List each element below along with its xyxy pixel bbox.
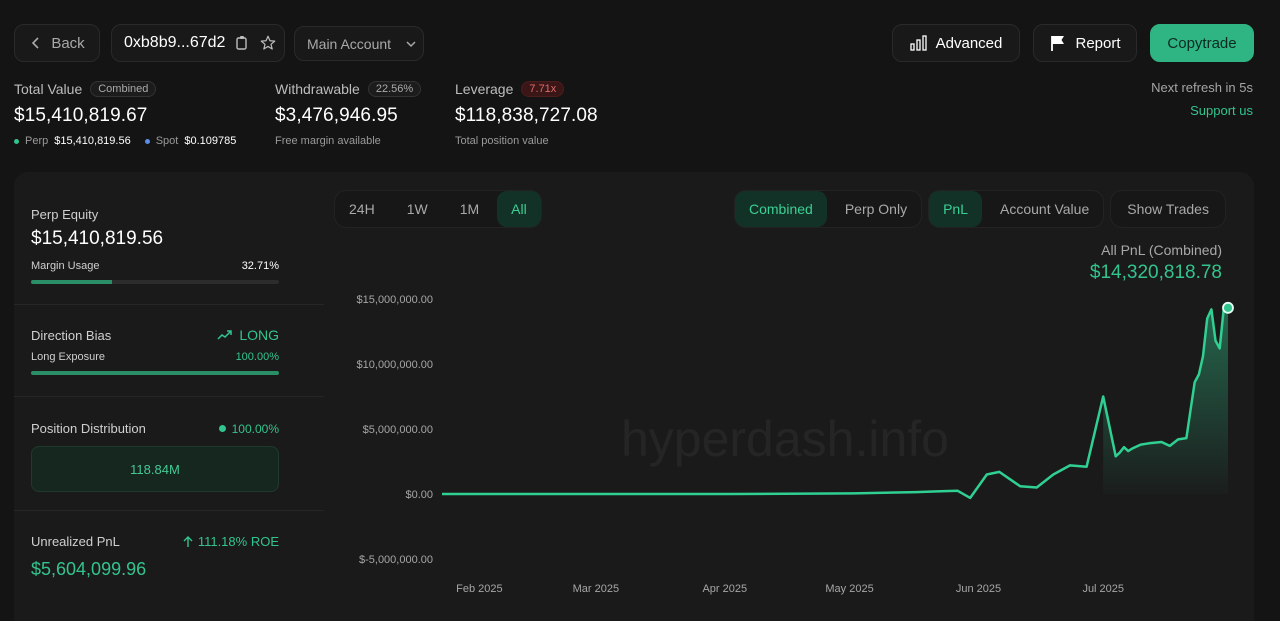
support-link[interactable]: Support us (1151, 103, 1253, 118)
metric-group: PnL Account Value (928, 190, 1105, 228)
distribution-dot (218, 425, 226, 432)
chevron-down-icon (406, 40, 416, 47)
perp-equity-section: Perp Equity $15,410,819.56 Margin Usage … (31, 207, 279, 284)
chart-value: $14,320,818.78 (1089, 262, 1222, 283)
spot-value: $0.109785 (184, 135, 237, 147)
distribution-section: Position Distribution 100.00% 118.84M (31, 421, 279, 492)
mode-group: Combined Perp Only (734, 190, 923, 228)
perp-equity-label: Perp Equity (31, 207, 99, 222)
perp-value: $15,410,819.56 (54, 135, 131, 147)
withdrawable-value: $3,476,946.95 (275, 105, 398, 126)
copytrade-button[interactable]: Copytrade (1150, 24, 1254, 62)
long-exposure-value: 100.00% (235, 351, 279, 363)
unrealized-value: $5,604,099.96 (31, 559, 147, 579)
total-value: $15,410,819.67 (14, 105, 148, 126)
tab-perp-only[interactable]: Perp Only (831, 191, 921, 227)
direction-bias: LONG (239, 327, 279, 343)
margin-usage-fill (31, 280, 113, 284)
back-button[interactable]: Back (14, 24, 100, 62)
arrow-up-icon (183, 535, 193, 547)
direction-label: Direction Bias (31, 327, 112, 343)
withdrawable-sub: Free margin available (275, 135, 381, 147)
show-trades-group: Show Trades (1110, 190, 1226, 228)
address-chip: 0xb8b9...67d2 (111, 24, 285, 62)
advanced-button[interactable]: Advanced (892, 24, 1020, 62)
tab-combined[interactable]: Combined (735, 191, 827, 227)
tab-all[interactable]: All (497, 191, 541, 227)
long-exposure-label: Long Exposure (31, 351, 105, 363)
total-value-stat: Total Value Combined $15,410,819.67 Perp … (14, 79, 236, 147)
margin-usage-value: 32.71% (241, 260, 279, 272)
divider (14, 396, 324, 397)
chart-title: All PnL (Combined) (1101, 242, 1222, 258)
wallet-address: 0xb8b9...67d2 (124, 34, 226, 51)
distribution-bar[interactable]: 118.84M (31, 446, 279, 492)
account-select-value: Main Account (307, 35, 392, 52)
long-exposure-fill (31, 371, 279, 375)
roe-value: 111.18% ROE (197, 534, 279, 549)
margin-usage-label: Margin Usage (31, 260, 100, 272)
report-button[interactable]: Report (1033, 24, 1137, 62)
distribution-box-value: 118.84M (130, 461, 180, 477)
withdrawable-badge: 22.56% (367, 81, 422, 97)
combined-badge: Combined (90, 81, 157, 97)
refresh-timer: Next refresh in 5s (1151, 80, 1253, 95)
chart-header: All PnL (Combined) $14,320,818.78 (1090, 242, 1222, 284)
tab-account-value[interactable]: Account Value (986, 191, 1103, 227)
copytrade-label: Copytrade (1167, 34, 1237, 52)
trending-up-icon (217, 330, 233, 340)
tab-24h[interactable]: 24H (335, 191, 389, 227)
unrealized-label: Unrealized PnL (31, 534, 120, 549)
perp-dot (14, 138, 19, 144)
divider (14, 510, 324, 511)
distribution-value: 100.00% (231, 421, 279, 436)
show-trades-button[interactable]: Show Trades (1111, 191, 1225, 227)
tab-1w[interactable]: 1W (393, 191, 442, 227)
unrealized-section: Unrealized PnL 111.18% ROE $5,604,099.96 (31, 534, 279, 580)
bar-chart-icon (909, 35, 927, 51)
range-tabs: 24H 1W 1M All (334, 190, 542, 228)
direction-section: Direction Bias LONG Long Exposure 100.00… (31, 327, 279, 375)
leverage-sub: Total position value (455, 135, 549, 147)
range-group: 24H 1W 1M All (334, 190, 542, 228)
margin-usage-bar (31, 280, 279, 284)
flag-icon (1051, 36, 1065, 51)
chevron-left-icon (32, 37, 39, 49)
long-exposure-bar (31, 371, 279, 375)
leverage-badge: 7.71x (521, 81, 565, 97)
tab-pnl[interactable]: PnL (929, 191, 982, 227)
withdrawable-stat: Withdrawable 22.56% $3,476,946.95 Free ma… (275, 79, 422, 147)
perp-equity-value: $15,410,819.56 (31, 228, 164, 249)
advanced-label: Advanced (935, 34, 1003, 52)
leverage-stat: Leverage 7.71x $118,838,727.08 Total posi… (455, 79, 598, 147)
spot-label: Spot (155, 135, 179, 147)
leverage-label: Leverage (455, 81, 514, 97)
divider (14, 304, 324, 305)
mode-tabs: Combined Perp Only PnL Account Value Show … (734, 190, 1226, 228)
total-value-label: Total Value (14, 81, 83, 97)
report-label: Report (1075, 34, 1121, 52)
star-icon[interactable] (259, 34, 277, 52)
withdrawable-label: Withdrawable (275, 81, 360, 97)
perp-label: Perp (25, 135, 49, 147)
back-label: Back (51, 34, 85, 52)
leverage-value: $118,838,727.08 (455, 105, 598, 126)
tab-1m[interactable]: 1M (446, 191, 493, 227)
spot-dot (144, 138, 150, 144)
copy-icon[interactable] (235, 35, 249, 51)
account-select[interactable]: Main Account (294, 26, 424, 61)
distribution-label: Position Distribution (31, 421, 146, 436)
refresh-area: Next refresh in 5s Support us (1151, 80, 1253, 118)
